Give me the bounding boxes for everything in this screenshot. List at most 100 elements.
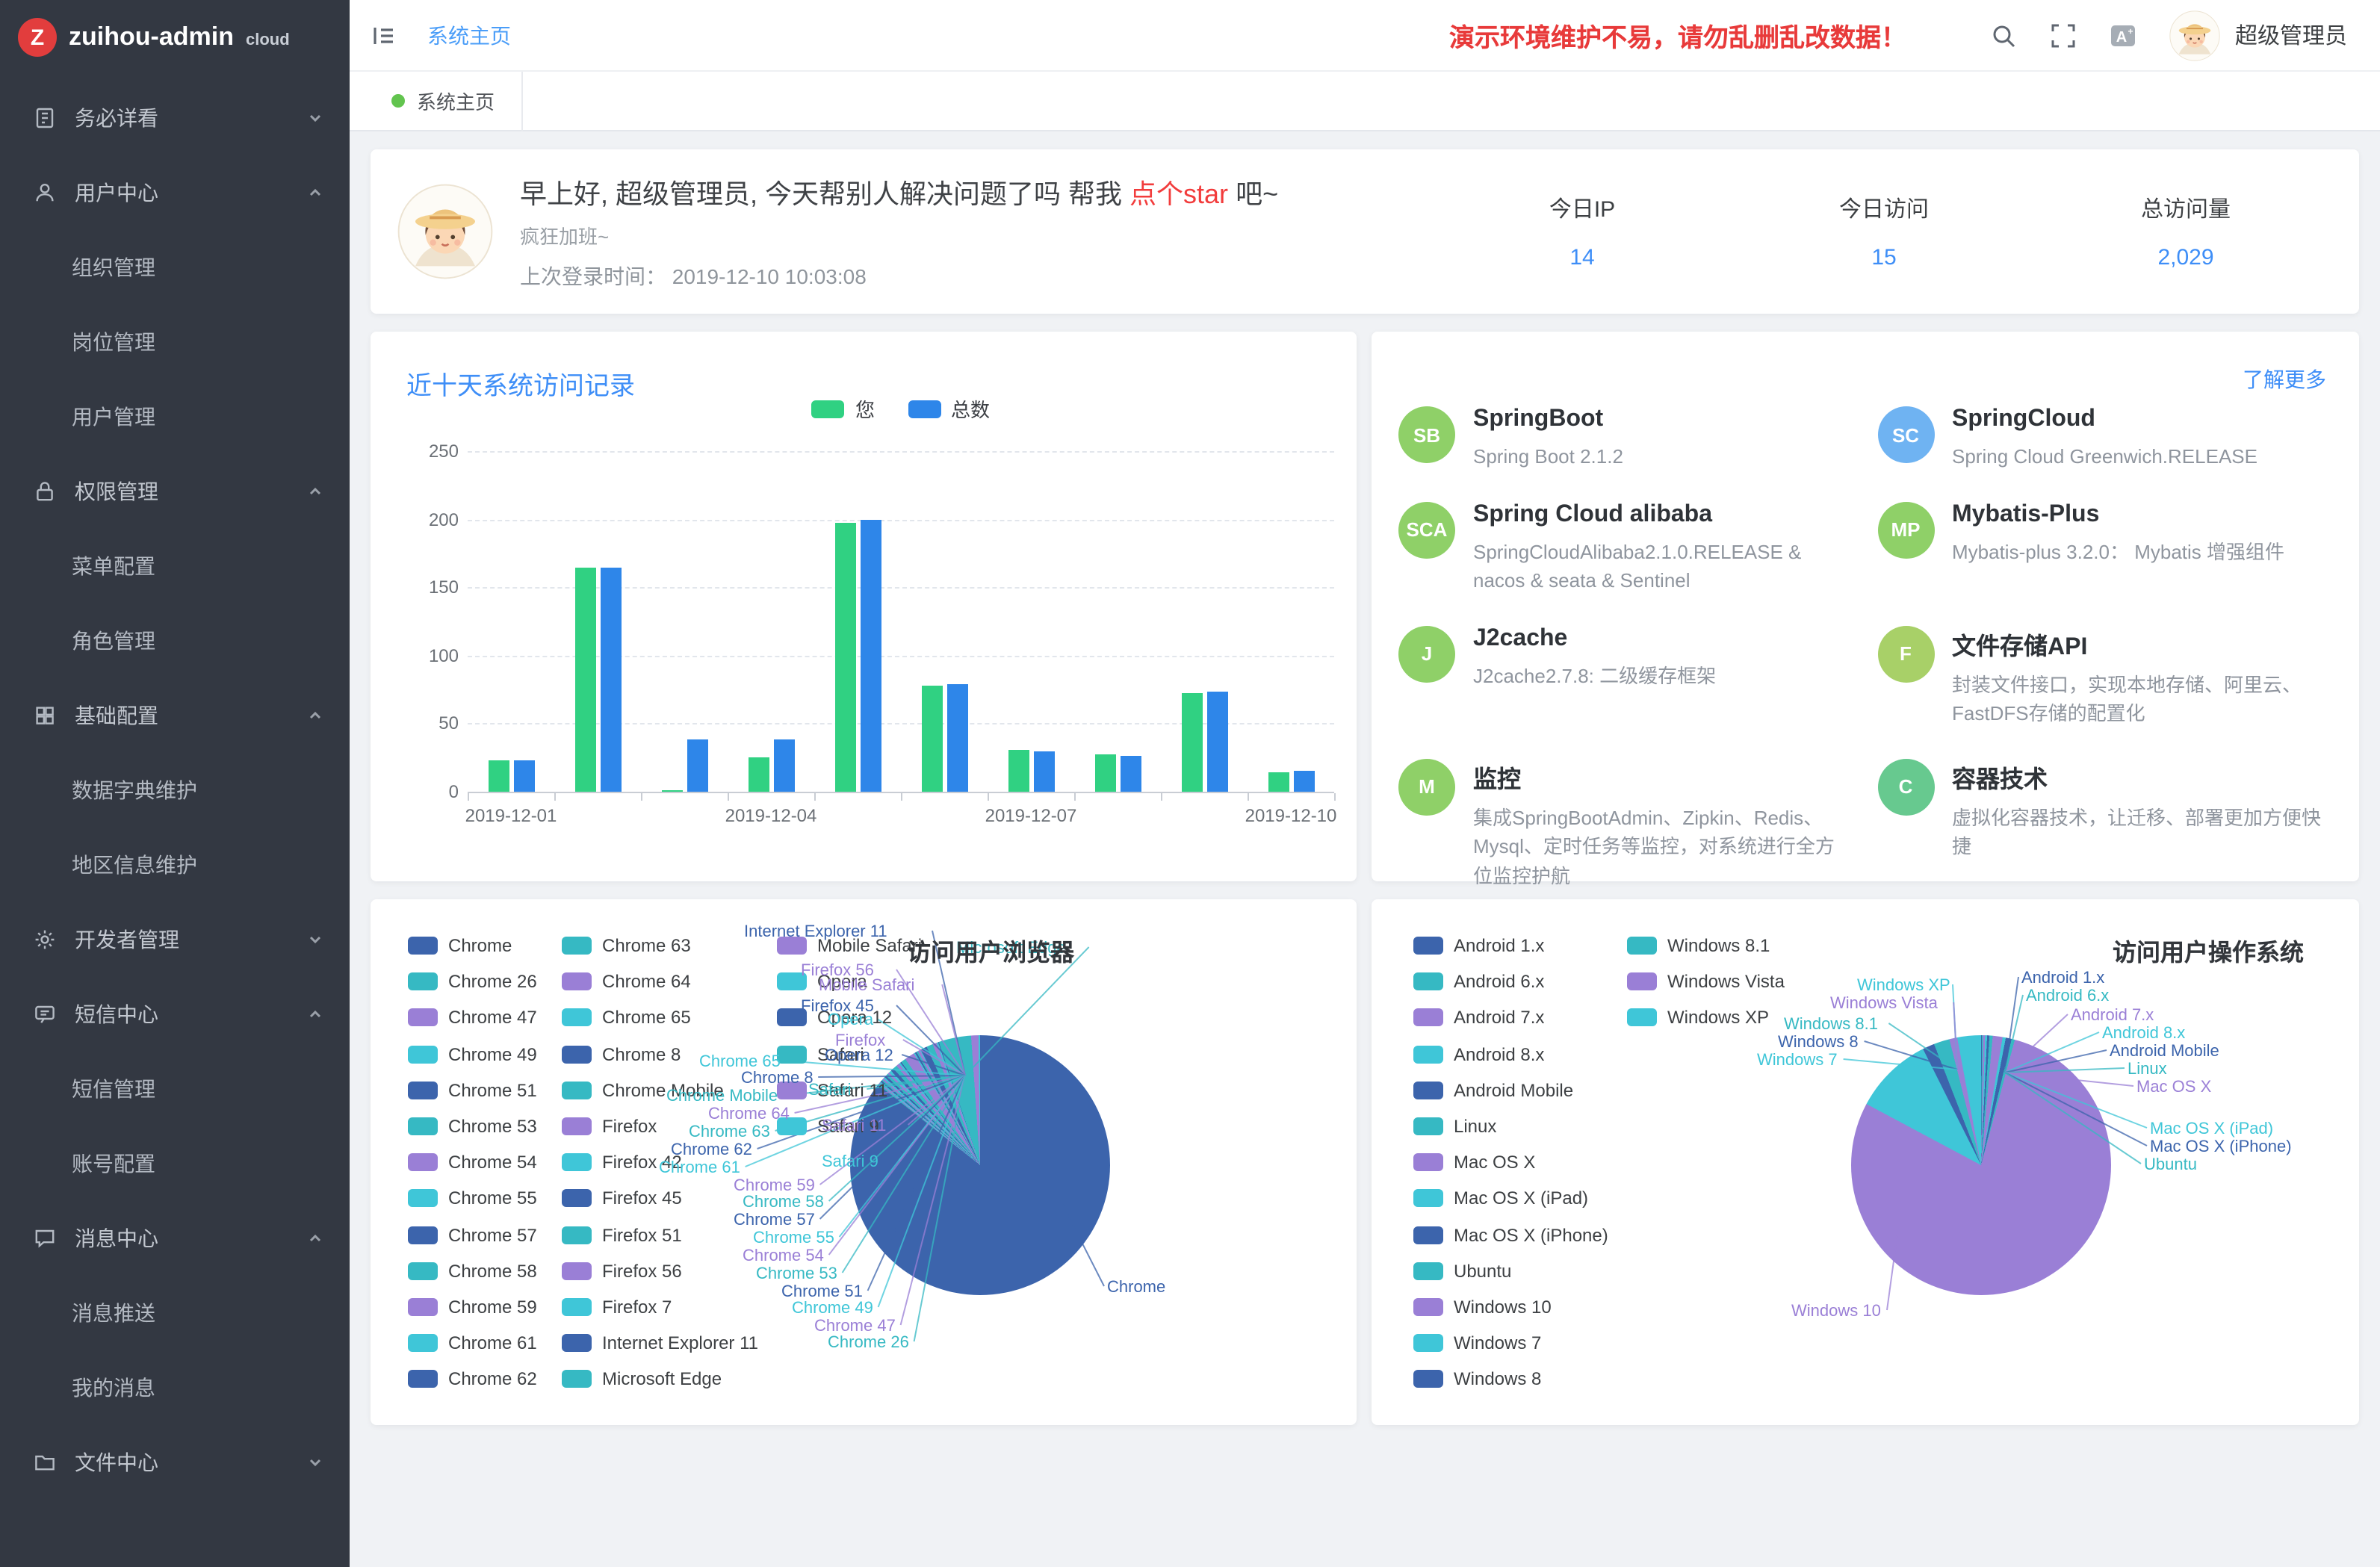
legend-label: Chrome 26 — [448, 971, 537, 992]
legend-item[interactable]: Chrome 8 — [562, 1043, 681, 1064]
legend-item[interactable]: Android 7.x — [1413, 1008, 1544, 1028]
legend-item[interactable]: Firefox 7 — [562, 1297, 672, 1318]
legend-item[interactable]: Mac OS X (iPad) — [1413, 1188, 1588, 1209]
tab-label: 系统主页 — [417, 87, 495, 115]
legend-item[interactable]: Chrome 26 — [408, 971, 537, 992]
legend-item[interactable]: Chrome 51 — [408, 1080, 537, 1101]
sidebar-item-label: 权限管理 — [75, 477, 308, 506]
legend-item[interactable]: Internet Explorer 11 — [562, 1332, 758, 1353]
legend-swatch — [1413, 1262, 1443, 1280]
legend-item[interactable]: Firefox 51 — [562, 1224, 682, 1245]
legend-item[interactable]: Chrome 61 — [408, 1332, 537, 1353]
pie-label: Mac OS X — [2136, 1079, 2211, 1096]
legend-item[interactable]: Microsoft Edge — [562, 1369, 722, 1390]
x-axis-label: 2019-12-07 — [985, 805, 1077, 826]
sidebar-subitem[interactable]: 角色管理 — [0, 603, 350, 678]
os-pie-chart-circle — [1851, 1035, 2111, 1295]
sidebar-subitem[interactable]: 消息推送 — [0, 1276, 350, 1350]
pie-label: Safari 11 — [822, 1117, 886, 1135]
search-icon[interactable] — [1990, 22, 2017, 49]
legend-item[interactable]: Android 6.x — [1413, 971, 1544, 992]
legend-item[interactable]: Mac OS X (iPhone) — [1413, 1224, 1608, 1245]
sidebar-subitem[interactable]: 短信管理 — [0, 1052, 350, 1126]
legend-item[interactable]: Windows 8 — [1413, 1369, 1541, 1390]
sidebar-subitem[interactable]: 用户管理 — [0, 379, 350, 454]
legend-label: Mac OS X — [1454, 1152, 1535, 1173]
learn-more-link[interactable]: 了解更多 — [2243, 364, 2326, 394]
legend-item[interactable]: Windows 8.1 — [1627, 935, 1770, 956]
legend-item[interactable]: Firefox 45 — [562, 1188, 682, 1209]
tech-badge: MP — [1877, 501, 1934, 558]
legend-item[interactable]: Windows XP — [1627, 1008, 1769, 1028]
sidebar-subitem[interactable]: 数据字典维护 — [0, 753, 350, 828]
legend-swatch — [562, 1045, 592, 1063]
legend-item[interactable]: Chrome 65 — [562, 1008, 691, 1028]
legend-item[interactable]: Chrome 57 — [408, 1224, 537, 1245]
sidebar-subitem[interactable]: 账号配置 — [0, 1126, 350, 1201]
legend-item[interactable]: Chrome 62 — [408, 1369, 537, 1390]
y-axis-label: 50 — [396, 713, 459, 734]
legend-swatch — [1413, 1082, 1443, 1099]
legend-item[interactable]: Chrome — [408, 935, 512, 956]
pie-label: Chrome 58 — [743, 1194, 824, 1211]
legend-item[interactable]: Windows 10 — [1413, 1297, 1552, 1318]
tech-badge: SCA — [1398, 501, 1455, 558]
sidebar-subitem[interactable]: 岗位管理 — [0, 305, 350, 379]
legend-swatch — [1413, 1153, 1443, 1171]
pie-label: Chrome Mobile — [666, 1087, 778, 1105]
tech-badge: J — [1398, 625, 1455, 682]
gridline — [468, 656, 1334, 657]
legend-item[interactable]: Android 8.x — [1413, 1043, 1544, 1064]
legend-label: Windows 8 — [1454, 1369, 1541, 1390]
legend-item[interactable]: Chrome 49 — [408, 1043, 537, 1064]
sidebar-item-user-center[interactable]: 用户中心 — [0, 155, 350, 230]
legend-item[interactable]: Chrome 64 — [562, 971, 691, 992]
sidebar-item-must-view[interactable]: 务必详看 — [0, 81, 350, 155]
legend-item[interactable]: Chrome 63 — [562, 935, 691, 956]
legend-swatch — [562, 1371, 592, 1388]
sidebar-subitem[interactable]: 地区信息维护 — [0, 828, 350, 902]
legend-swatch — [1413, 1371, 1443, 1388]
username[interactable]: 超级管理员 — [2235, 19, 2347, 51]
legend-label: Android 1.x — [1454, 935, 1544, 956]
legend-item[interactable]: Android 1.x — [1413, 935, 1544, 956]
legend-item[interactable]: Linux — [1413, 1116, 1496, 1137]
sidebar-item-basic-config[interactable]: 基础配置 — [0, 678, 350, 753]
star-link[interactable]: 点个star — [1129, 179, 1228, 208]
sidebar-item-file-center[interactable]: 文件中心 — [0, 1425, 350, 1500]
legend-item[interactable]: Firefox 56 — [562, 1261, 682, 1282]
sidebar-subitem[interactable]: 我的消息 — [0, 1350, 350, 1425]
legend-item[interactable]: Chrome 54 — [408, 1152, 537, 1173]
sidebar-item-developer[interactable]: 开发者管理 — [0, 902, 350, 977]
sidebar-item-message-center[interactable]: 消息中心 — [0, 1201, 350, 1276]
fullscreen-icon[interactable] — [2050, 22, 2077, 49]
legend-item[interactable]: Chrome 47 — [408, 1008, 537, 1028]
legend-item[interactable]: Windows Vista — [1627, 971, 1785, 992]
breadcrumb[interactable]: 系统主页 — [427, 20, 511, 50]
legend-item[interactable]: Chrome 58 — [408, 1261, 537, 1282]
os-pie-chart: Android 1.x Android 6.x Android 7.x Android… — [1372, 899, 2359, 1425]
tab-system-home[interactable]: 系统主页 — [365, 71, 523, 131]
sidebar-item-permission[interactable]: 权限管理 — [0, 454, 350, 529]
collapse-menu-icon[interactable] — [371, 22, 397, 49]
legend-item[interactable]: Chrome 59 — [408, 1297, 537, 1318]
font-size-icon[interactable]: A+ — [2110, 22, 2136, 49]
sidebar-item-sms-center[interactable]: 短信中心 — [0, 977, 350, 1052]
bar-total — [600, 568, 621, 792]
legend-item[interactable]: Android Mobile — [1413, 1080, 1573, 1101]
sidebar-subitem[interactable]: 菜单配置 — [0, 529, 350, 603]
legend-item[interactable]: Windows 7 — [1413, 1332, 1541, 1353]
legend-item[interactable]: Ubuntu — [1413, 1261, 1511, 1282]
legend-item[interactable]: Chrome 53 — [408, 1116, 537, 1137]
tech-text: SpringBootSpring Boot 2.1.2 — [1473, 406, 1623, 471]
legend-swatch — [1413, 1226, 1443, 1244]
legend-item[interactable]: Chrome 55 — [408, 1188, 537, 1209]
legend-item[interactable]: Firefox — [562, 1116, 657, 1137]
user-avatar[interactable] — [2169, 10, 2220, 60]
chevron-down-icon — [308, 106, 323, 130]
sidebar-subitem[interactable]: 组织管理 — [0, 230, 350, 305]
bar-you — [748, 757, 769, 792]
legend-item[interactable]: Mac OS X — [1413, 1152, 1535, 1173]
lock-icon — [33, 480, 57, 503]
stat-value: 14 — [1448, 245, 1717, 270]
